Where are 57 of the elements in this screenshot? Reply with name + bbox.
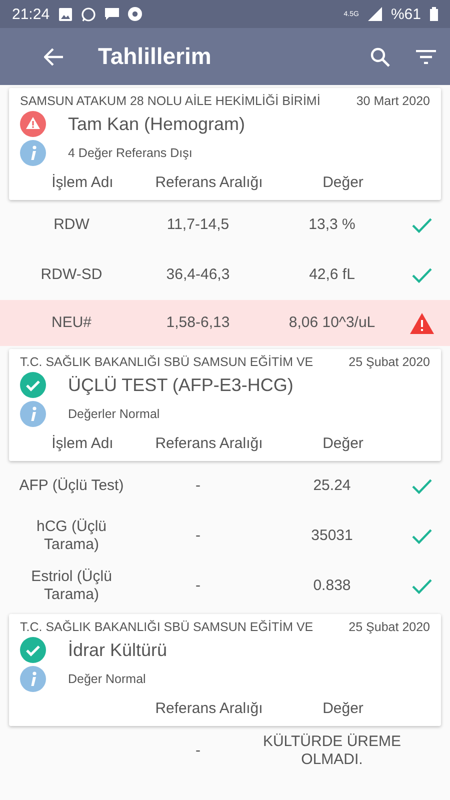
test-name: ÜÇLÜ TEST (AFP-E3-HCG) (68, 374, 294, 396)
result-summary: Değer Normal (68, 672, 146, 686)
table-cell: RDW-SD (40, 266, 102, 283)
info-icon (20, 140, 46, 166)
table-cell: 11,7-14,5 (166, 216, 230, 233)
institution-name: T.C. SAĞLIK BAKANLIĞI SBÜ SAMSUN EĞİTİM VE (20, 620, 314, 634)
result-date: 25 Şubat 2020 (348, 620, 430, 634)
table-cell: hCG (Üçlü Tarama) (36, 518, 106, 553)
clock: 21:24 (12, 6, 50, 22)
table-cell: 36,4-46,3 (166, 266, 230, 283)
table-cell: 0.838 (313, 577, 351, 594)
column-header: İşlem Adı (52, 435, 114, 452)
result-card[interactable]: SAMSUN ATAKUM 28 NOLU AİLE HEKİMLİĞİ BİRİMİ 30 Mart 2020 Tam Kan (Hemogram) 4 Değer Referans Dışı İşlem Adı Referans Aralığı Değer (9, 88, 441, 200)
table-cell: Estriol (Üçlü Tarama) (31, 568, 112, 603)
table-cell: RDW (54, 216, 90, 233)
column-header: Değer (322, 435, 364, 452)
column-header: Referans Aralığı (155, 174, 263, 191)
result-date: 30 Mart 2020 (356, 94, 430, 108)
table-cell: - (196, 527, 200, 544)
search-button[interactable] (370, 46, 390, 66)
table-cell: - (196, 577, 200, 594)
battery-icon (430, 7, 438, 21)
table-cell: 13,3 % (308, 216, 356, 233)
filter-button[interactable] (416, 50, 436, 64)
column-header: Referans Aralığı (155, 435, 263, 452)
table-cell: AFP (Üçlü Test) (19, 477, 124, 494)
result-summary: 4 Değer Referans Dışı (68, 146, 192, 160)
table-cell: - (196, 477, 200, 494)
table-cell: 25.24 (313, 477, 351, 494)
back-button[interactable] (44, 48, 64, 66)
column-header: Değer (322, 174, 364, 191)
test-name: İdrar Kültürü (68, 640, 168, 660)
result-date: 25 Şubat 2020 (348, 355, 430, 369)
column-header: İşlem Adı (52, 174, 114, 191)
battery-level: %61 (390, 6, 421, 22)
column-header: Referans Aralığı (155, 700, 263, 717)
result-summary: Değerler Normal (68, 407, 160, 421)
message-icon (104, 8, 119, 20)
institution-name: SAMSUN ATAKUM 28 NOLU AİLE HEKİMLİĞİ BİRİMİ (20, 94, 320, 108)
info-icon (20, 401, 46, 427)
test-name: Tam Kan (Hemogram) (68, 114, 246, 134)
table-cell: - (196, 742, 200, 759)
result-card[interactable]: T.C. SAĞLIK BAKANLIĞI SBÜ SAMSUN EĞİTİM VE 25 Şubat 2020 ÜÇLÜ TEST (AFP-E3-HCG) Değerler Normal İşlem Adı Referans Aralığı Değer (9, 349, 441, 461)
institution-name: T.C. SAĞLIK BAKANLIĞI SBÜ SAMSUN EĞİTİM VE (20, 355, 314, 369)
signal-icon (368, 7, 382, 21)
info-icon (20, 666, 46, 692)
table-cell: 42,6 fL (309, 266, 355, 283)
column-header: Değer (322, 700, 364, 717)
table-cell: 35031 (311, 527, 353, 544)
screen-title: Tahlillerim (98, 43, 212, 70)
table-cell: KÜLTÜRDE ÜREME OLMADI. (262, 733, 402, 768)
chat-bubble-icon (80, 6, 96, 22)
table-cell: 1,58-6,13 (166, 314, 230, 331)
table-cell: 8,06 10^3/uL (288, 314, 376, 331)
table-cell: NEU# (51, 314, 92, 331)
result-card[interactable]: T.C. SAĞLIK BAKANLIĞI SBÜ SAMSUN EĞİTİM VE 25 Şubat 2020 İdrar Kültürü Değer Normal Referans Aralığı Değer (9, 614, 441, 726)
image-icon (58, 8, 72, 20)
